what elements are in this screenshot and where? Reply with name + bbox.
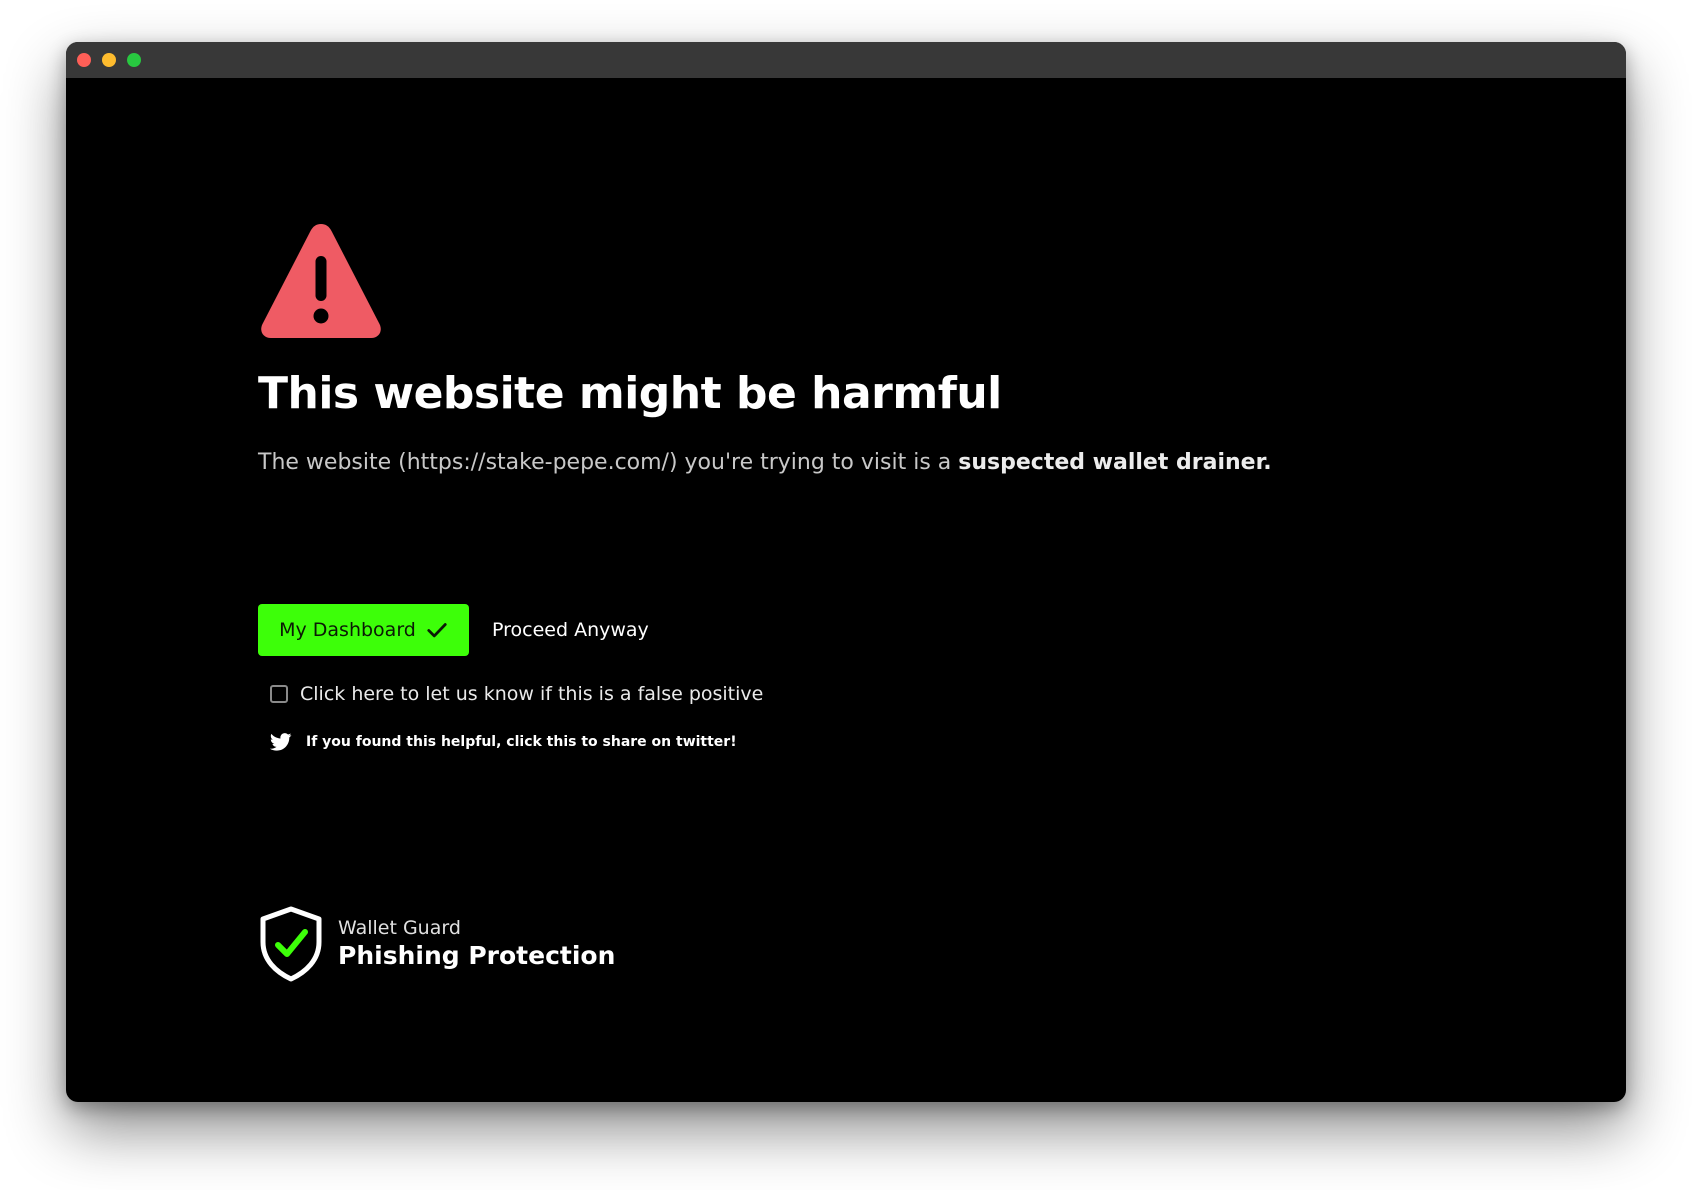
brand-name: Wallet Guard (338, 916, 461, 939)
brand-text: Wallet Guard Phishing Protection (338, 917, 615, 971)
minimize-window-button[interactable] (102, 53, 116, 67)
browser-window: This website might be harmful The websit… (66, 42, 1626, 1102)
my-dashboard-button[interactable]: My Dashboard (258, 604, 469, 656)
maximize-window-button[interactable] (127, 53, 141, 67)
twitter-share-label[interactable]: If you found this helpful, click this to… (306, 734, 737, 750)
warning-description-emphasis: suspected wallet drainer. (958, 450, 1272, 475)
page-title: This website might be harmful (258, 368, 1002, 419)
brand-product: Phishing Protection (338, 940, 616, 970)
checkmark-icon (427, 623, 447, 638)
false-positive-row[interactable]: Click here to let us know if this is a f… (270, 683, 763, 705)
false-positive-checkbox[interactable] (270, 685, 288, 703)
warning-description: The website (https://stake-pepe.com/) yo… (258, 450, 1272, 475)
twitter-share-link[interactable]: If you found this helpful, click this to… (270, 733, 737, 751)
twitter-icon (270, 733, 292, 751)
my-dashboard-label: My Dashboard (279, 619, 416, 641)
false-positive-label[interactable]: Click here to let us know if this is a f… (300, 683, 763, 705)
warning-description-text: The website (https://stake-pepe.com/) yo… (258, 450, 959, 475)
warning-triangle-icon (261, 224, 381, 338)
close-window-button[interactable] (77, 53, 91, 67)
window-titlebar (66, 42, 1626, 78)
proceed-anyway-button[interactable]: Proceed Anyway (492, 604, 649, 656)
shield-check-icon (260, 906, 322, 982)
warning-page: This website might be harmful The websit… (258, 78, 1626, 1102)
wallet-guard-brand: Wallet Guard Phishing Protection (258, 906, 615, 982)
